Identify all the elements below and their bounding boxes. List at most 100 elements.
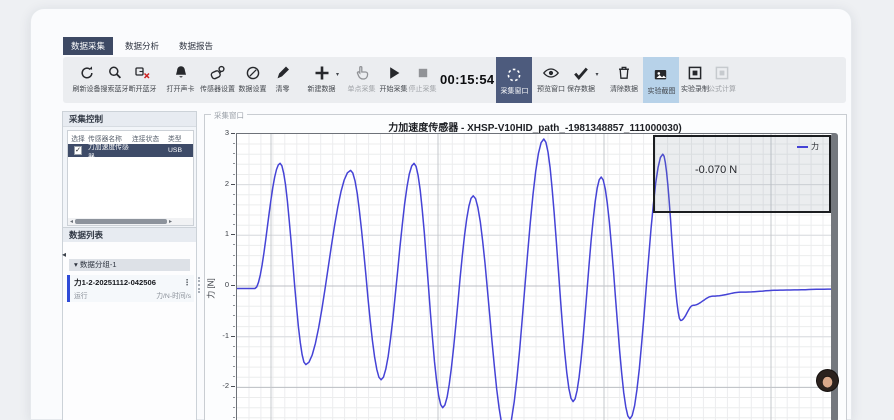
legend-line-swatch (797, 146, 808, 148)
scrollbar-thumb[interactable] (75, 219, 167, 224)
app-window: 数据采集数据分析数据报告 刷新设备搜索蓝牙断开蓝牙打开声卡传感器设置数据设置清零… (30, 8, 852, 420)
chevron-down-icon[interactable]: ▾ (336, 71, 339, 78)
acquisition-panel-title: 采集控制 (63, 112, 196, 127)
toolbar-button-save-data[interactable]: 保存数据 (567, 57, 594, 94)
y-minor-tick (233, 366, 235, 367)
sensor-table-row[interactable]: ✓ 力加速度传感器 USB (68, 144, 193, 157)
stop-capture-icon (414, 64, 432, 82)
y-tick-label: 1 (209, 229, 229, 238)
refresh-device-icon (78, 64, 96, 82)
sensor-type: USB (168, 147, 192, 154)
column-header-4: 类型 (168, 133, 192, 143)
toolbar-button-point-capture[interactable]: 单点采集 (348, 57, 375, 94)
capture-timer: 00:15:54 (440, 72, 494, 87)
y-major-tick (231, 184, 235, 185)
toolbar-button-experiment-record[interactable]: 实验录制 (681, 57, 708, 94)
y-minor-tick (233, 275, 235, 276)
legend-series-label: 力 (811, 141, 819, 152)
y-tick-label: -2 (209, 381, 229, 390)
y-axis: 力 [N] 3210-1-2 (205, 115, 236, 420)
y-major-tick (231, 234, 235, 235)
toolbar-button-tare-zero[interactable]: 清零 (269, 57, 296, 94)
chart-legend: 力 (797, 141, 819, 152)
toolbar-button-disconnect-bluetooth[interactable]: 断开蓝牙 (129, 57, 156, 94)
start-capture-icon (385, 64, 403, 82)
table-horizontal-scrollbar[interactable]: ◂ ▸ (68, 218, 193, 225)
chevron-down-icon[interactable]: ▾ (595, 71, 598, 78)
clear-data-icon (615, 64, 633, 82)
disconnect-bluetooth-icon (134, 64, 152, 82)
y-minor-tick (233, 315, 235, 316)
y-tick-label: 3 (209, 128, 229, 137)
main-tabs: 数据采集数据分析数据报告 (63, 37, 221, 55)
acquisition-control-panel: 采集控制 选择传感器名称连接状态类型 ✓ 力加速度传感器 USB ◂ ▸ (62, 111, 197, 231)
toolbar-button-open-soundcard[interactable]: 打开声卡 (167, 57, 194, 94)
tare-zero-icon (274, 64, 292, 82)
y-minor-tick (233, 346, 235, 347)
data-item-axes: 力/N-时间/s (156, 290, 191, 300)
y-minor-tick (233, 163, 235, 164)
y-minor-tick (233, 194, 235, 195)
chart-title: 力加速度传感器 - XHSP-V10HID_path_-1981348857_1… (236, 119, 834, 134)
experiment-snapshot-icon (652, 66, 670, 84)
tab-数据分析[interactable]: 数据分析 (117, 37, 167, 55)
toolbar-button-search-bluetooth[interactable]: 搜索蓝牙 (101, 57, 128, 94)
y-minor-tick (233, 143, 235, 144)
data-group-row[interactable]: ▾ 数据分组-1 (69, 259, 190, 271)
capture-window-groupbox: 采集窗口 力加速度传感器 - XHSP-V10HID_path_-1981348… (204, 114, 847, 420)
toolbar-button-start-capture[interactable]: 开始采集 (380, 57, 407, 94)
sidebar-collapse-icon[interactable]: ◂ (62, 251, 66, 259)
search-bluetooth-icon (106, 64, 124, 82)
toolbar-button-data-settings[interactable]: 数据设置 (239, 57, 266, 94)
tab-数据报告[interactable]: 数据报告 (171, 37, 221, 55)
panel-splitter-handle[interactable] (198, 277, 200, 293)
y-minor-tick (233, 326, 235, 327)
avatar-badge[interactable] (816, 369, 839, 392)
toolbar-button-experiment-snapshot[interactable]: 实验截图 (643, 57, 679, 103)
data-list-body: ▾ 数据分组-1 力1-2-20251112-042506 ⋮ 运行 力/N-时… (63, 242, 196, 420)
tab-数据采集[interactable]: 数据采集 (63, 37, 113, 55)
sensor-checkbox[interactable]: ✓ (74, 146, 82, 155)
scroll-left-icon[interactable]: ◂ (68, 218, 75, 225)
save-data-icon (572, 64, 590, 82)
sensor-table: 选择传感器名称连接状态类型 ✓ 力加速度传感器 USB ◂ ▸ (67, 130, 194, 226)
open-soundcard-icon (172, 64, 190, 82)
data-list-title: 数据列表 (63, 228, 196, 243)
column-header-1: 选择 (68, 133, 88, 143)
preview-window-icon (542, 64, 560, 82)
y-minor-tick (233, 244, 235, 245)
y-minor-tick (233, 295, 235, 296)
toolbar: 刷新设备搜索蓝牙断开蓝牙打开声卡传感器设置数据设置清零新建数据▾单点采集开始采集… (63, 57, 846, 103)
toolbar-button-stop-capture[interactable]: 停止采集 (409, 57, 436, 94)
sensor-settings-icon (209, 64, 227, 82)
y-major-tick (231, 133, 235, 134)
data-item-menu-icon[interactable]: ⋮ (183, 278, 191, 287)
data-list-panel: 数据列表 ▾ 数据分组-1 力1-2-20251112-042506 ⋮ 运行 … (62, 227, 197, 420)
desktop-background: 数据采集数据分析数据报告 刷新设备搜索蓝牙断开蓝牙打开声卡传感器设置数据设置清零… (0, 0, 894, 420)
y-minor-tick (233, 305, 235, 306)
y-tick-label: 0 (209, 280, 229, 289)
new-data-icon (313, 64, 331, 82)
toolbar-button-sensor-settings[interactable]: 传感器设置 (204, 57, 231, 94)
column-header-3: 连接状态 (132, 133, 168, 143)
point-capture-icon (353, 64, 371, 82)
y-minor-tick (233, 204, 235, 205)
y-minor-tick (233, 397, 235, 398)
toolbar-button-new-data[interactable]: 新建数据 (308, 57, 335, 94)
chart-plot-area[interactable]: -0.070 N 力 (236, 133, 835, 420)
toolbar-button-formula-calc[interactable]: 公式计算 (708, 57, 735, 94)
y-minor-tick (233, 356, 235, 357)
data-item-status: 运行 (74, 290, 88, 300)
y-minor-tick (233, 417, 235, 418)
experiment-record-icon (686, 64, 704, 82)
toolbar-button-capture-window[interactable]: 采集窗口 (496, 57, 532, 103)
toolbar-button-preview-window[interactable]: 预览窗口 (537, 57, 564, 94)
data-item[interactable]: 力1-2-20251112-042506 ⋮ 运行 力/N-时间/s (67, 275, 194, 302)
data-item-name: 力1-2-20251112-042506 (74, 277, 156, 288)
scroll-right-icon[interactable]: ▸ (167, 218, 174, 225)
y-tick-label: 2 (209, 179, 229, 188)
sensor-name: 力加速度传感器 (88, 141, 132, 161)
toolbar-button-refresh-device[interactable]: 刷新设备 (73, 57, 100, 94)
y-minor-tick (233, 153, 235, 154)
toolbar-button-clear-data[interactable]: 清除数据 (610, 57, 637, 94)
